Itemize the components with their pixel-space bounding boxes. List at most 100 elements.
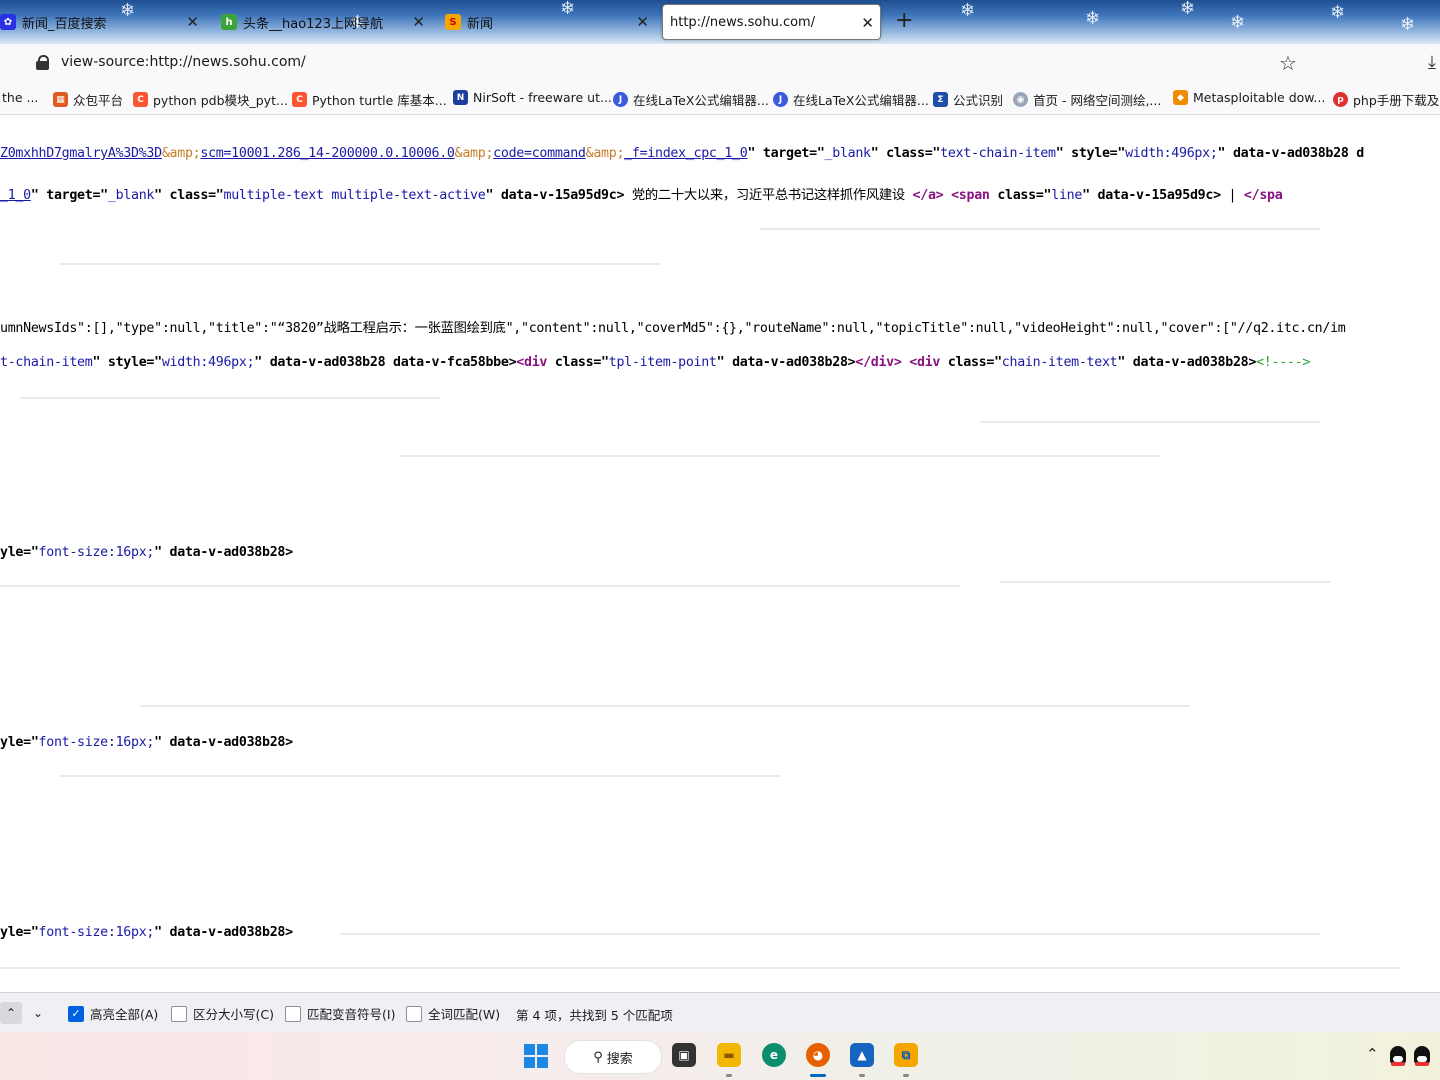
- running-indicator: [903, 1074, 909, 1077]
- source-value: chain-item-text: [1001, 355, 1118, 370]
- source-attr: " data-v-15a95d9c>: [1082, 188, 1221, 203]
- close-tab-icon[interactable]: ✕: [412, 13, 425, 31]
- active-app-indicator: [810, 1074, 826, 1077]
- bookmark-label: Python turtle 库基本...: [312, 93, 447, 108]
- source-line: yle="font-size:16px;" data-v-ad038b28>: [0, 545, 293, 560]
- bookmark-item[interactable]: ◉ 首页 - 网络空间测绘,...: [1013, 90, 1161, 109]
- faint-source-line: [400, 455, 1160, 457]
- source-link[interactable]: code=command: [493, 146, 586, 161]
- snowflake-decoration: ❄: [960, 0, 976, 21]
- source-attr: " style=": [92, 355, 162, 370]
- bookmark-item[interactable]: C Python turtle 库基本...: [292, 90, 447, 109]
- source-attr: " class=": [154, 188, 224, 203]
- source-attr: yle=": [0, 735, 39, 750]
- faint-source-line: [140, 705, 1190, 707]
- source-link[interactable]: Z0mxhhD7gmalryA%3D%3D: [0, 146, 162, 161]
- source-line: yle="font-size:16px;" data-v-ad038b28>: [0, 735, 293, 750]
- faint-source-line: [980, 421, 1320, 423]
- tab-sohu-news[interactable]: S 新闻 ✕: [445, 4, 655, 40]
- highlight-all-checkbox[interactable]: ✓ 高亮全部(A): [68, 1004, 158, 1023]
- bookmark-label: php手册下载及i: [1353, 93, 1440, 108]
- bookmark-item[interactable]: ▦ 众包平台: [53, 90, 123, 109]
- bookmark-label: the ...: [2, 90, 39, 105]
- find-bar: ⌃ ⌄ ✓ 高亮全部(A) 区分大小写(C) 匹配变音符号(I) 全词匹配(W)…: [0, 992, 1440, 1033]
- bookmark-item[interactable]: Σ 公式识别: [933, 90, 1003, 109]
- source-line: yle="font-size:16px;" data-v-ad038b28>: [0, 925, 293, 940]
- edge-browser-icon[interactable]: e: [762, 1043, 786, 1067]
- close-tab-icon[interactable]: ✕: [861, 14, 874, 32]
- tab-title: 新闻: [467, 16, 494, 32]
- tab-baidu-news[interactable]: ✿ 新闻_百度搜索 ✕: [0, 4, 205, 40]
- source-line: _1_0" target="_blank" class="multiple-te…: [0, 184, 1283, 203]
- faint-source-line: [340, 933, 1320, 935]
- windows-taskbar: ⚲ 搜索 ▣ ▬ e ◕ ▲ ⧉ ⌃: [0, 1032, 1440, 1080]
- task-view-icon[interactable]: ▣: [672, 1043, 696, 1067]
- source-line: t-chain-item" style="width:496px;" data-…: [0, 355, 1310, 370]
- latex-icon: J: [613, 92, 628, 107]
- source-value: font-size:16px;: [38, 925, 155, 940]
- download-icon[interactable]: ⤓: [1428, 52, 1436, 73]
- chevron-down-icon: ⌄: [32, 1006, 44, 1020]
- bookmark-item[interactable]: N NirSoft - freeware ut...: [453, 90, 612, 105]
- url-bar[interactable]: view-source:http://news.sohu.com/: [61, 54, 306, 70]
- snowflake-decoration: ❄: [1400, 14, 1416, 35]
- bookmark-item[interactable]: C python pdb模块_pyt...: [133, 90, 288, 109]
- checkbox-checked-icon: ✓: [68, 1005, 84, 1022]
- find-next-button[interactable]: ⌄: [29, 1002, 47, 1024]
- view-source-content[interactable]: Z0mxhhD7gmalryA%3D%3D&amp;scm=10001.286_…: [0, 115, 1440, 992]
- source-attr: " target=": [747, 146, 825, 161]
- qq-tray-icon[interactable]: [1414, 1046, 1430, 1066]
- close-tab-icon[interactable]: ✕: [636, 13, 649, 31]
- snowflake-decoration: ❄: [1180, 0, 1196, 19]
- find-previous-button[interactable]: ⌃: [0, 1002, 22, 1024]
- match-diacritics-checkbox[interactable]: 匹配变音符号(I): [285, 1004, 395, 1023]
- source-text: umnNewsIds":[],"type":null,"title":"“382…: [0, 321, 1346, 336]
- bookmark-label: NirSoft - freeware ut...: [473, 90, 612, 105]
- firefox-icon[interactable]: ◕: [806, 1043, 830, 1067]
- file-explorer-icon[interactable]: ▬: [717, 1043, 741, 1067]
- bookmark-label: 公式识别: [953, 93, 1004, 108]
- snowflake-decoration: ❄: [1085, 8, 1101, 29]
- bookmark-label: 在线LaTeX公式编辑器...: [633, 93, 769, 108]
- faint-source-line: [60, 775, 780, 777]
- tab-hao123[interactable]: h 头条__hao123上网导航 ✕: [221, 4, 431, 40]
- bookmark-item[interactable]: J 在线LaTeX公式编辑器...: [773, 90, 929, 109]
- nirsoft-icon: N: [453, 90, 468, 105]
- photos-app-icon[interactable]: ▲: [850, 1043, 874, 1067]
- whole-words-checkbox[interactable]: 全词匹配(W): [406, 1004, 500, 1023]
- bookmark-item[interactable]: ◆ Metasploitable dow...: [1173, 90, 1325, 105]
- close-tab-icon[interactable]: ✕: [186, 13, 199, 31]
- new-tab-button[interactable]: +: [895, 8, 913, 33]
- diamond-icon: ◆: [1173, 90, 1188, 105]
- source-value: t-chain-item: [0, 355, 93, 370]
- bookmark-item[interactable]: the ...: [2, 90, 38, 105]
- source-value: tpl-item-point: [608, 355, 717, 370]
- source-tag: <span: [951, 188, 990, 203]
- bookmark-item[interactable]: p php手册下载及i: [1333, 90, 1440, 109]
- source-link[interactable]: scm=10001.286_14-200000.0.10006.0: [200, 146, 455, 161]
- grid-icon: ▦: [53, 92, 68, 107]
- bookmark-star-icon[interactable]: ☆: [1279, 51, 1297, 75]
- tab-view-source[interactable]: http://news.sohu.com/ ✕: [662, 4, 881, 40]
- source-attr: " data-v-ad038b28>: [716, 355, 856, 370]
- faint-source-line: [0, 585, 960, 587]
- bookmark-item[interactable]: J 在线LaTeX公式编辑器...: [613, 90, 769, 109]
- windows-start-icon[interactable]: [524, 1044, 548, 1068]
- source-value: text-chain-item: [940, 146, 1056, 161]
- qq-tray-icon[interactable]: [1390, 1046, 1406, 1066]
- tab-title: http://news.sohu.com/: [670, 14, 816, 30]
- source-link[interactable]: _1_0: [0, 188, 31, 203]
- lock-icon[interactable]: [36, 55, 49, 70]
- show-hidden-icons-chevron[interactable]: ⌃: [1366, 1045, 1379, 1063]
- source-link[interactable]: _f=index_cpc_1_0: [624, 146, 748, 161]
- match-case-checkbox[interactable]: 区分大小写(C): [171, 1004, 274, 1023]
- search-icon: ⚲: [593, 1049, 603, 1065]
- source-attr: class=": [940, 355, 1002, 370]
- virtualbox-icon[interactable]: ⧉: [894, 1043, 918, 1067]
- taskbar-search-button[interactable]: ⚲ 搜索: [564, 1040, 662, 1074]
- source-attr: " data-v-ad038b28>: [154, 925, 293, 940]
- source-attr: " target=": [30, 188, 108, 203]
- source-attr: " style=": [1055, 146, 1126, 161]
- source-comment: <!---->: [1256, 355, 1311, 370]
- source-value: font-size:16px;: [38, 545, 155, 560]
